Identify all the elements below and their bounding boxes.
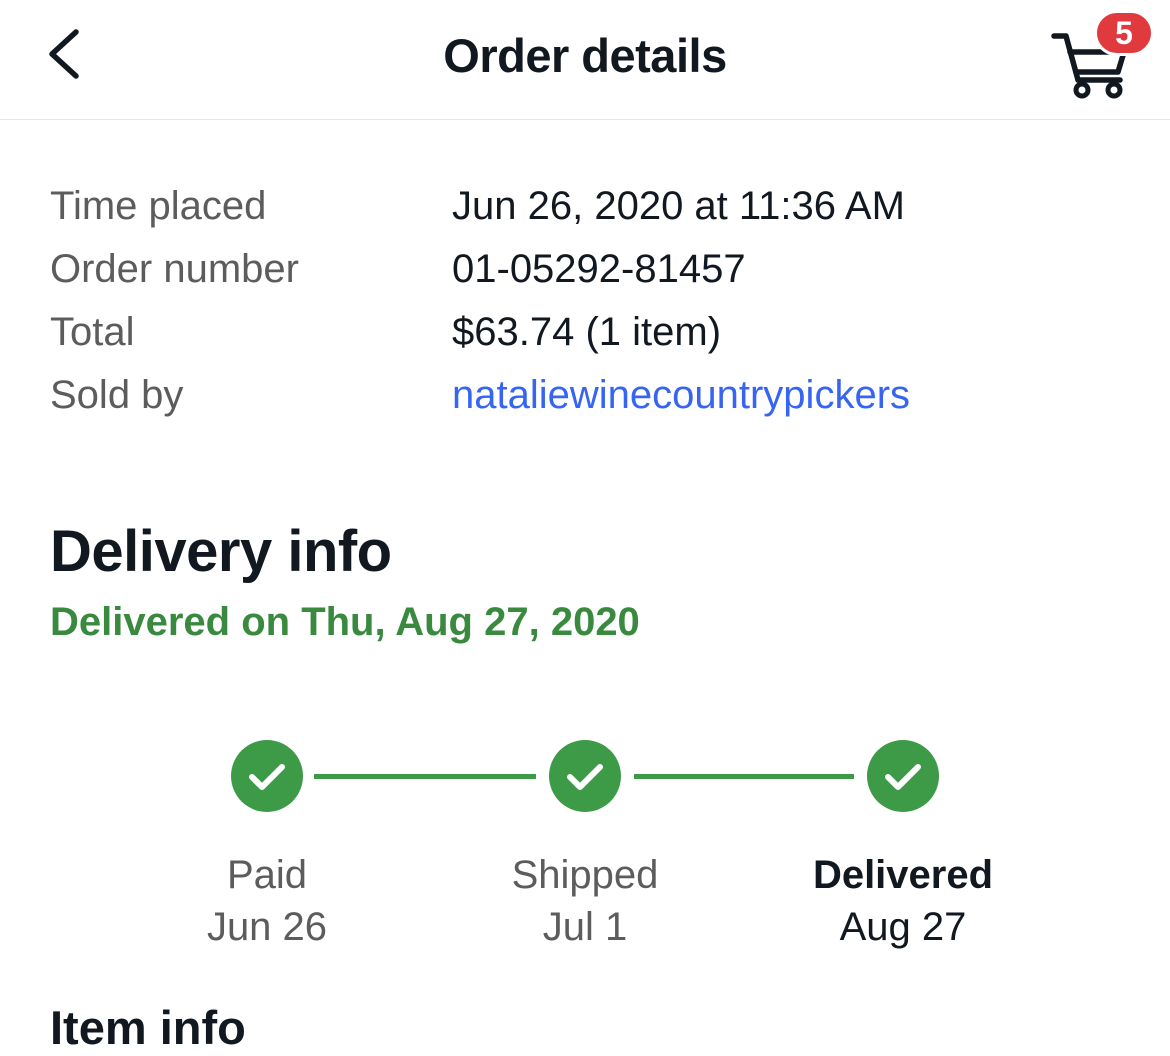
delivery-tracker: Paid Jun 26 Shipped Jul 1 Delivered Aug … bbox=[0, 740, 1170, 960]
cart-button[interactable]: 5 bbox=[1048, 10, 1158, 100]
checkmark-icon bbox=[885, 764, 921, 790]
checkmark-icon bbox=[249, 764, 285, 790]
summary-value: Jun 26, 2020 at 11:36 AM bbox=[452, 184, 905, 228]
tracker-line-shipped-delivered bbox=[634, 774, 854, 779]
step-delivered-label: Delivered bbox=[812, 853, 994, 897]
step-paid-date: Jun 26 bbox=[206, 905, 328, 949]
step-paid-label: Paid bbox=[226, 853, 308, 897]
summary-value: 01-05292-81457 bbox=[452, 247, 746, 291]
summary-row-sold-by: Sold by nataliewinecountrypickers bbox=[50, 369, 1130, 432]
item-info-heading: Item info bbox=[50, 1001, 246, 1054]
delivery-status-text: Delivered on Thu, Aug 27, 2020 bbox=[50, 600, 640, 644]
step-shipped-date: Jul 1 bbox=[542, 905, 628, 949]
summary-label: Total bbox=[50, 310, 135, 354]
step-delivered-date: Aug 27 bbox=[839, 905, 967, 949]
tracker-line-paid-shipped bbox=[314, 774, 536, 779]
order-summary: Time placed Jun 26, 2020 at 11:36 AM Ord… bbox=[50, 180, 1130, 432]
summary-row-time-placed: Time placed Jun 26, 2020 at 11:36 AM bbox=[50, 180, 1130, 243]
summary-label: Time placed bbox=[50, 184, 267, 228]
summary-value: $63.74 (1 item) bbox=[452, 310, 722, 354]
summary-label: Order number bbox=[50, 247, 299, 291]
step-paid-indicator bbox=[231, 740, 303, 812]
step-shipped-indicator bbox=[549, 740, 621, 812]
checkmark-icon bbox=[567, 764, 603, 790]
seller-link[interactable]: nataliewinecountrypickers bbox=[452, 369, 910, 421]
step-delivered-indicator bbox=[867, 740, 939, 812]
page-title: Order details bbox=[443, 29, 727, 82]
summary-label: Sold by bbox=[50, 373, 184, 417]
summary-row-total: Total $63.74 (1 item) bbox=[50, 306, 1130, 369]
header-bar: Order details 5 bbox=[0, 0, 1170, 120]
delivery-info-heading: Delivery info bbox=[50, 519, 392, 584]
summary-row-order-number: Order number 01-05292-81457 bbox=[50, 243, 1130, 306]
step-shipped-label: Shipped bbox=[511, 853, 659, 897]
cart-count-badge: 5 bbox=[1094, 10, 1154, 56]
